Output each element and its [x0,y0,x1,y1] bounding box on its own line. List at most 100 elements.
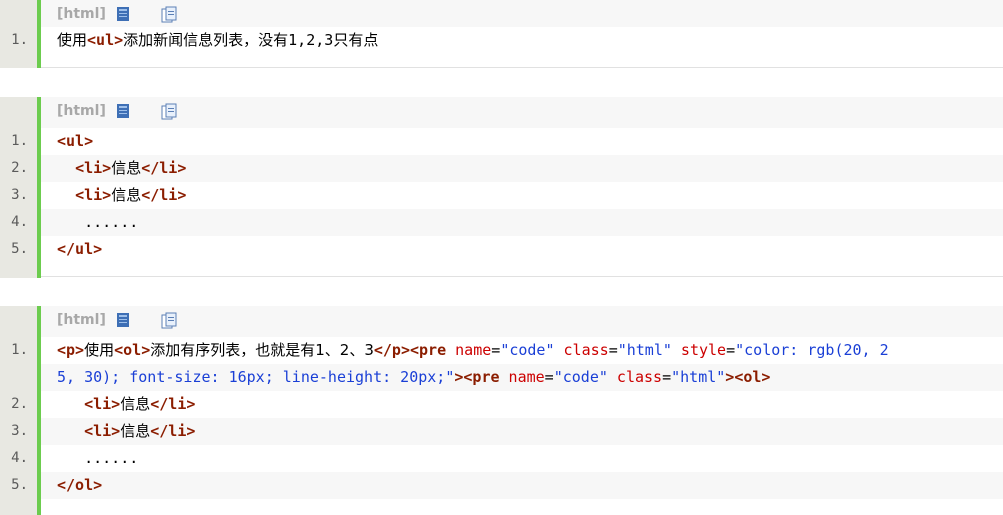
code-token: 信息 [120,422,151,440]
code-token: 添加有序列表，也就是有1、2、3 [150,341,374,359]
copy-icon[interactable] [161,103,177,125]
code-token: name [499,368,545,386]
line-number: 2. [11,160,28,176]
code-token: 信息 [111,159,142,177]
code-token: ...... [57,213,139,231]
code-token: class [554,341,609,359]
code-token: </p> [373,341,410,359]
code-token: "html" [617,341,672,359]
code-token: = [544,368,554,386]
view-source-icon[interactable] [116,103,130,123]
code-token: <li> [75,159,112,177]
line-number: 2. [11,396,28,412]
code-token: 信息 [120,395,151,413]
line-number: 5. [11,241,28,257]
code-text: <li>信息</li> [41,155,1003,182]
code-token: 5, 30); font-size: 16px; line-height: 20… [57,368,455,386]
code-token: <p> [57,341,85,359]
line-number: 1. [11,133,28,149]
code-line: 5. </ul> [0,236,1003,263]
code-token: ><ol> [725,368,771,386]
code-token: <ul> [57,132,94,150]
code-token: </li> [150,422,196,440]
code-toolbar: [html] [41,97,1003,129]
code-line: 5. </ol> [0,472,1003,499]
code-token: </li> [150,395,196,413]
line-number: 1. [11,32,28,48]
language-label: [html] [57,103,106,119]
divider [41,67,1003,68]
code-block-1: [html] 1. 使用<ul>添加新闻信息列表，没有1,2,3只有点 [0,0,1003,68]
code-token: 使用 [84,341,115,359]
line-number: 3. [11,187,28,203]
code-token: = [726,341,736,359]
code-token: 1,2,3 [288,31,334,49]
code-token: name [446,341,492,359]
code-line: 1. <p>使用<ol>添加有序列表，也就是有1、2、3</p><pre name… [0,337,1003,364]
code-token: ><pre [454,368,500,386]
code-text: <li>信息</li> [41,391,1003,418]
line-number: 4. [11,450,28,466]
line-number: 1. [11,342,28,358]
divider [41,276,1003,277]
code-line: 2. <li>信息</li> [0,155,1003,182]
code-token: <li> [75,186,112,204]
code-token: "html" [671,368,726,386]
code-token: "color: rgb(20, 2 [735,341,889,359]
code-token: </li> [141,159,187,177]
code-token: = [491,341,501,359]
code-block-3: [html] 1. <p>使用<ol>添加有序列表，也就是有1、2、3</p><p… [0,306,1003,515]
language-label: [html] [57,6,106,22]
language-label: [html] [57,312,106,328]
code-token: <li> [84,395,121,413]
code-line: 2. <li>信息</li> [0,391,1003,418]
code-text: </ol> [41,472,1003,499]
code-line: 3. <li>信息</li> [0,418,1003,445]
code-token: </li> [141,186,187,204]
code-text: </ul> [41,236,1003,263]
code-toolbar: [html] [41,306,1003,338]
code-token: <pre [410,341,447,359]
code-token: <ol> [114,341,151,359]
view-source-icon[interactable] [116,6,130,26]
code-text: 使用<ul>添加新闻信息列表，没有1,2,3只有点 [41,27,1003,54]
code-token: 只有点 [333,31,379,49]
code-token: style [671,341,727,359]
copy-icon[interactable] [161,6,177,28]
code-token: "code" [500,341,555,359]
code-token: 使用 [57,31,88,49]
code-token: class [607,368,663,386]
line-number: 5. [11,477,28,493]
code-block-2: [html] 1. <ul> 2. <li>信息</li> 3. <li>信息</li… [0,97,1003,278]
code-token: </ul> [57,240,103,258]
code-line: 4. ...... [0,209,1003,236]
code-text: ...... [41,445,1003,472]
code-line: 5, 30); font-size: 16px; line-height: 20… [0,364,1003,391]
code-token: ...... [57,449,139,467]
code-text: ...... [41,209,1003,236]
copy-icon[interactable] [161,312,177,334]
code-token: 信息 [111,186,142,204]
code-token: </ol> [57,476,103,494]
code-token: 添加新闻信息列表，没有 [123,31,289,49]
line-number: 3. [11,423,28,439]
code-text: <p>使用<ol>添加有序列表，也就是有1、2、3</p><pre name="… [41,337,1003,364]
code-text: 5, 30); font-size: 16px; line-height: 20… [41,364,1003,391]
line-number: 4. [11,214,28,230]
code-token: <ul> [87,31,124,49]
code-token: "code" [553,368,608,386]
code-line: 4. ...... [0,445,1003,472]
view-source-icon[interactable] [116,312,130,332]
code-line: 1. <ul> [0,128,1003,155]
code-text: <ul> [41,128,1003,155]
code-text: <li>信息</li> [41,182,1003,209]
code-token: = [662,368,672,386]
code-token: <li> [84,422,121,440]
code-text: <li>信息</li> [41,418,1003,445]
code-line: 3. <li>信息</li> [0,182,1003,209]
code-line: 1. 使用<ul>添加新闻信息列表，没有1,2,3只有点 [0,27,1003,54]
